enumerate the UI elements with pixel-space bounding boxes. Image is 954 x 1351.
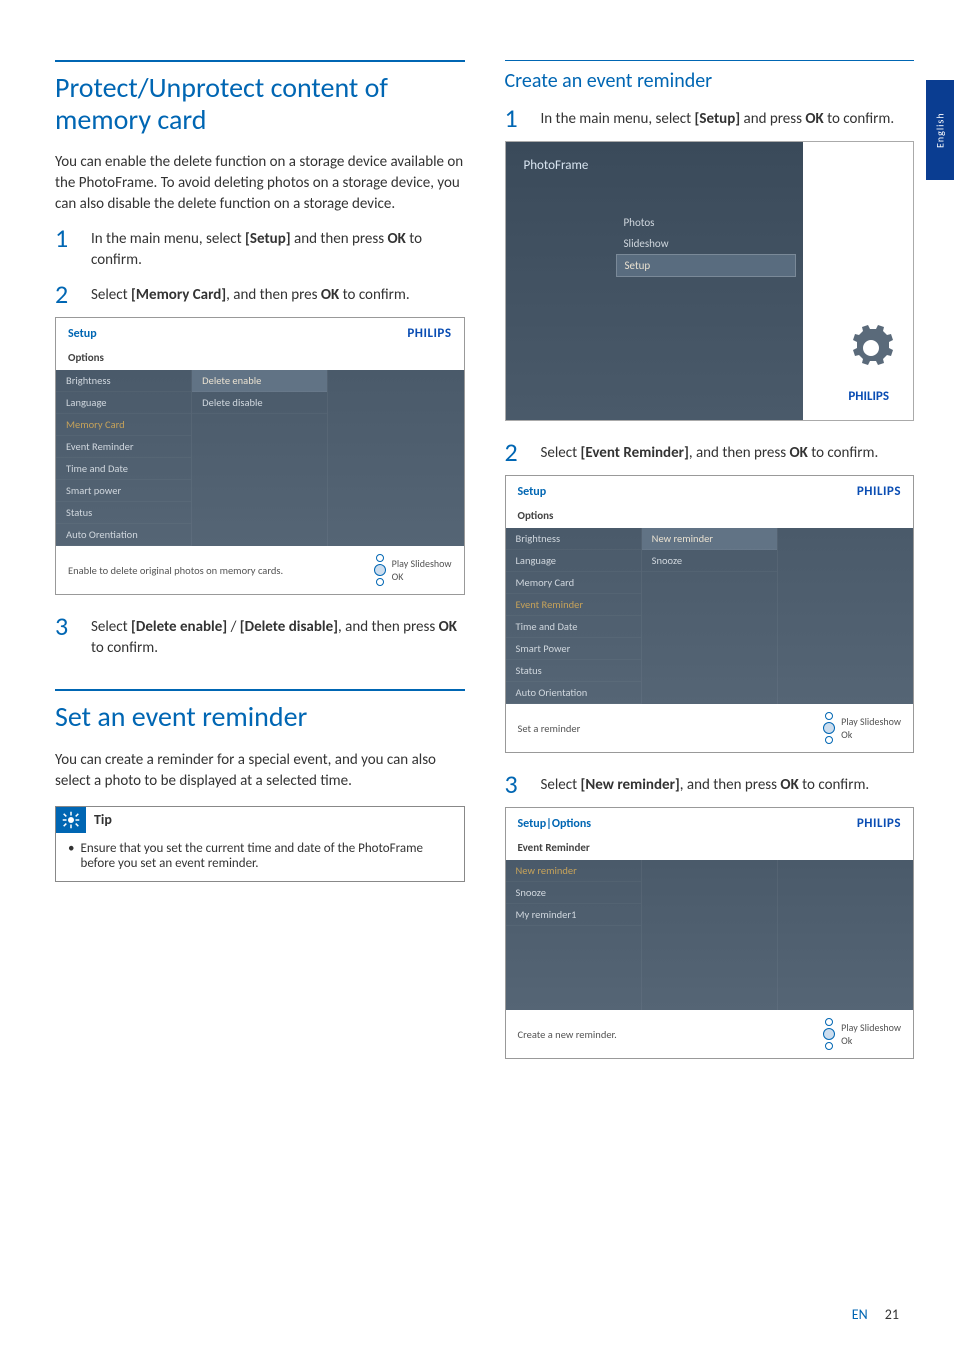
mainmenu-item: Setup: [616, 254, 796, 277]
step-number: 1: [505, 105, 541, 131]
heading-set-reminder: Set an event reminder: [55, 689, 465, 733]
heading-protect: Protect/Unprotect content of memory card: [55, 60, 465, 136]
shot-subtitle: Options: [56, 347, 464, 370]
screenshot-mainmenu: PhotoFrame PhotosSlideshowSetup PHILIPS: [505, 141, 915, 421]
submenu-item: Delete disable: [192, 392, 327, 414]
menu-item: Brightness: [506, 528, 641, 550]
submenu-item: Snooze: [642, 550, 777, 572]
play-slideshow-label: Play Slideshow: [392, 557, 452, 570]
joystick-icon: [823, 712, 835, 744]
step-number: 3: [505, 771, 541, 797]
play-slideshow-label: Play Slideshow: [841, 1021, 901, 1034]
menu-item: Auto Orientation: [506, 682, 641, 704]
step-text: Select [New reminder], and then press OK…: [541, 771, 870, 797]
menu-item: Memory Card: [56, 414, 191, 436]
right-column: Create an event reminder 1 In the main m…: [505, 60, 915, 1077]
language-tab: English: [926, 80, 954, 180]
step-number: 3: [55, 613, 91, 659]
menu-item: My reminder1: [506, 904, 641, 926]
menu-item: Brightness: [56, 370, 191, 392]
shot-title: Setup: [68, 327, 97, 341]
step-number: 1: [55, 225, 91, 271]
shot-footer-text: Set a reminder: [518, 722, 581, 735]
footer-lang: EN: [852, 1306, 868, 1323]
shot-subtitle: Event Reminder: [506, 837, 914, 860]
menu-item: New reminder: [506, 860, 641, 882]
step-text: Select [Memory Card], and then pres OK t…: [91, 281, 410, 307]
menu-item: Memory Card: [506, 572, 641, 594]
joystick-icon: [374, 554, 386, 586]
menu-item: Auto Orentiation: [56, 524, 191, 546]
philips-logo: PHILIPS: [857, 484, 901, 499]
step-text: Select [Delete enable] / [Delete disable…: [91, 613, 465, 659]
screenshot-setup-eventreminder: Setup PHILIPS Options BrightnessLanguage…: [505, 475, 915, 753]
step-text: In the main menu, select [Setup] and the…: [91, 225, 465, 271]
ok-label: OK: [392, 570, 452, 583]
menu-item: Language: [506, 550, 641, 572]
shot-footer-text: Create a new reminder.: [518, 1028, 617, 1041]
gear-icon: [847, 324, 895, 372]
menu-item: Time and Date: [56, 458, 191, 480]
mainmenu-item: Slideshow: [616, 233, 796, 254]
menu-item: Status: [56, 502, 191, 524]
shot-subtitle: Options: [506, 505, 914, 528]
shot-footer-text: Enable to delete original photos on memo…: [68, 564, 283, 577]
tip-box: Tip • Ensure that you set the current ti…: [55, 806, 465, 882]
footer-page: 21: [885, 1306, 899, 1323]
submenu-item: New reminder: [642, 528, 777, 550]
intro-reminder: You can create a reminder for a special …: [55, 750, 465, 792]
mainmenu-item: Photos: [616, 212, 796, 233]
menu-item: Smart power: [56, 480, 191, 502]
screenshot-setup-memorycard: Setup PHILIPS Options BrightnessLanguage…: [55, 317, 465, 595]
play-slideshow-label: Play Slideshow: [841, 715, 901, 728]
ok-label: Ok: [841, 1034, 901, 1047]
ok-label: Ok: [841, 728, 901, 741]
shot-title: Setup|Options: [518, 817, 592, 831]
bullet-icon: •: [68, 841, 74, 871]
tip-label: Tip: [94, 811, 112, 828]
philips-logo: PHILIPS: [857, 816, 901, 831]
page-footer: EN 21: [852, 1306, 899, 1323]
left-column: Protect/Unprotect content of memory card…: [55, 60, 465, 1077]
step-text: In the main menu, select [Setup] and pre…: [541, 105, 895, 131]
step-number: 2: [505, 439, 541, 465]
tip-icon: [56, 807, 86, 833]
menu-item: Smart Power: [506, 638, 641, 660]
screenshot-new-reminder: Setup|Options PHILIPS Event Reminder New…: [505, 807, 915, 1059]
joystick-icon: [823, 1018, 835, 1050]
shot-title: Setup: [518, 485, 547, 499]
philips-logo: PHILIPS: [842, 387, 895, 406]
menu-item: Event Reminder: [506, 594, 641, 616]
intro-protect: You can enable the delete function on a …: [55, 152, 465, 215]
tip-text: Ensure that you set the current time and…: [80, 841, 451, 871]
heading-create-reminder: Create an event reminder: [505, 60, 915, 93]
menu-item: Event Reminder: [56, 436, 191, 458]
submenu-item: Delete enable: [192, 370, 327, 392]
step-number: 2: [55, 281, 91, 307]
menu-item: Language: [56, 392, 191, 414]
philips-logo: PHILIPS: [407, 326, 451, 341]
menu-item: Status: [506, 660, 641, 682]
step-text: Select [Event Reminder], and then press …: [541, 439, 879, 465]
menu-item: Time and Date: [506, 616, 641, 638]
menu-item: Snooze: [506, 882, 641, 904]
